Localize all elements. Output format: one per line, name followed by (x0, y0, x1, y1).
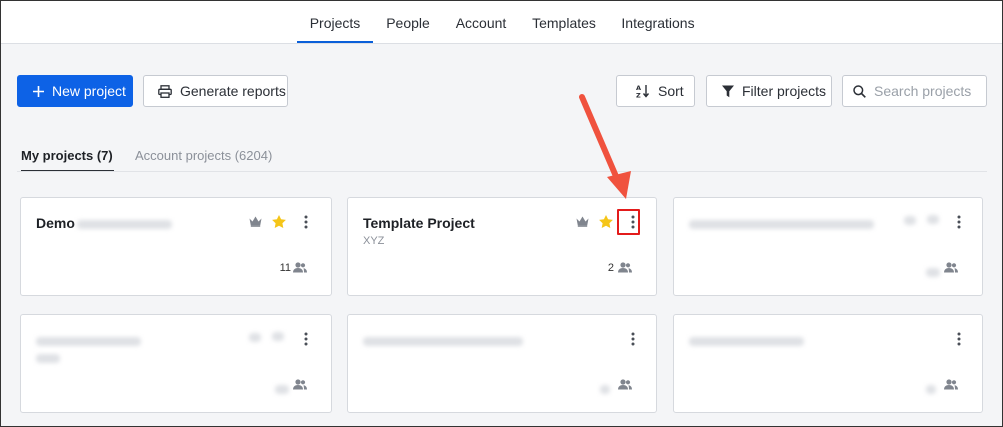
tab-people[interactable]: People (381, 1, 435, 43)
filter-icon (722, 85, 734, 98)
redacted-text (363, 336, 523, 346)
users-icon (618, 379, 632, 390)
redacted-count (600, 381, 610, 399)
redacted-count (275, 381, 289, 399)
more-options-icon[interactable] (625, 330, 641, 348)
search-box[interactable] (842, 75, 987, 107)
annotation-arrow (579, 94, 631, 199)
filter-projects-label: Filter projects (742, 83, 827, 99)
redacted-icon (249, 333, 261, 342)
project-subtitle: XYZ (363, 235, 385, 247)
star-icon[interactable] (272, 215, 286, 228)
new-project-button[interactable]: New project (17, 75, 133, 107)
crown-icon (249, 216, 262, 227)
search-input[interactable] (874, 83, 984, 99)
project-title: Template Project (363, 215, 475, 231)
subtab-divider (17, 171, 987, 172)
redacted-count (926, 381, 936, 399)
redacted-icon (272, 332, 284, 341)
tab-integrations[interactable]: Integrations (615, 1, 701, 43)
redacted-text (689, 336, 804, 346)
new-project-label: New project (52, 83, 126, 99)
plus-icon (33, 85, 44, 97)
redacted-text (36, 336, 141, 346)
project-card[interactable]: Template Project XYZ 2 (347, 197, 657, 296)
more-options-icon[interactable] (298, 330, 314, 348)
tab-templates[interactable]: Templates (527, 1, 601, 43)
member-count: 2 (607, 262, 614, 274)
project-card[interactable] (347, 314, 657, 413)
top-nav: Projects People Account Templates Integr… (1, 1, 1002, 44)
more-options-icon[interactable] (951, 213, 967, 231)
redacted-count (926, 264, 940, 282)
redacted-icon (927, 215, 939, 224)
search-icon (853, 84, 866, 98)
tab-my-projects[interactable]: My projects (7) (21, 148, 114, 172)
project-card[interactable] (20, 314, 332, 413)
redacted-icon (904, 216, 916, 225)
tab-account-projects[interactable]: Account projects (6204) (135, 148, 272, 172)
printer-icon (158, 84, 172, 98)
member-count: 11 (279, 262, 291, 274)
more-options-icon[interactable] (951, 330, 967, 348)
filter-projects-button[interactable]: Filter projects (706, 75, 832, 107)
tab-account[interactable]: Account (449, 1, 513, 43)
users-icon (293, 262, 307, 273)
more-options-icon[interactable] (298, 213, 314, 231)
users-icon (944, 262, 958, 273)
highlight-box (617, 209, 640, 235)
redacted-text (36, 353, 60, 363)
project-card[interactable]: Demo 11 (20, 197, 332, 296)
project-card[interactable] (673, 197, 983, 296)
sort-label: Sort (658, 83, 684, 99)
tab-projects[interactable]: Projects (297, 1, 373, 43)
users-icon (293, 379, 307, 390)
generate-reports-label: Generate reports (180, 83, 286, 99)
star-icon[interactable] (599, 215, 613, 228)
redacted-text (689, 219, 874, 229)
redacted-text (76, 219, 172, 229)
users-icon (944, 379, 958, 390)
project-title: Demo (36, 215, 75, 231)
generate-reports-button[interactable]: Generate reports (143, 75, 288, 107)
users-icon (618, 262, 632, 273)
crown-icon (576, 216, 589, 227)
project-card[interactable] (673, 314, 983, 413)
